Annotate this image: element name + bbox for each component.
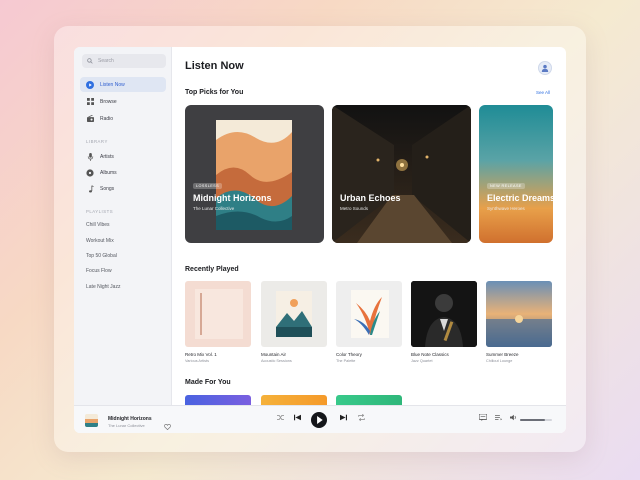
main-content: Listen Now Top Picks for You See All LOS… — [172, 47, 566, 405]
sidebar-item-label: Listen Now — [100, 81, 125, 88]
tile-artist: Various Artists — [185, 359, 209, 363]
card-subtitle: Synthwave Heroes — [487, 206, 525, 211]
radio-icon — [86, 115, 94, 123]
sidebar-item-listen-now[interactable]: Listen Now — [80, 77, 166, 92]
sidebar-item-browse[interactable]: Browse — [80, 94, 166, 109]
recent-album-tile[interactable] — [411, 281, 477, 347]
volume-slider-fill[interactable] — [520, 419, 545, 421]
tile-title: Mountain Air — [261, 352, 287, 357]
search-field[interactable]: Search — [82, 54, 166, 68]
album-icon — [86, 168, 94, 177]
recent-album-tile[interactable] — [185, 281, 251, 347]
tile-artist: The Palette — [336, 359, 356, 363]
recently-played-heading: Recently Played — [185, 266, 239, 273]
now-playing-art — [85, 414, 98, 427]
card-title: Electric Dreams — [487, 193, 553, 203]
user-icon — [541, 64, 549, 72]
volume-icon[interactable] — [510, 414, 517, 421]
heart-icon[interactable] — [164, 417, 171, 433]
recent-album-tile[interactable] — [336, 281, 402, 347]
made-for-you-heading: Made For You — [185, 379, 231, 386]
recent-album-tile[interactable] — [261, 281, 327, 347]
playlist-item[interactable]: Focus Flow — [86, 268, 112, 274]
tile-title: Retro Mix Vol. 1 — [185, 352, 217, 357]
repeat-icon[interactable] — [358, 414, 365, 421]
made-for-you-card[interactable] — [336, 395, 402, 405]
street-photo — [332, 105, 471, 243]
sidebar-item-label: Radio — [100, 115, 114, 122]
queue-icon[interactable] — [495, 414, 502, 421]
lyrics-icon[interactable] — [479, 414, 487, 421]
previous-track-icon[interactable] — [294, 414, 301, 421]
sidebar-item-label: Artists — [100, 153, 114, 160]
now-playing-title: Midnight Horizons — [108, 416, 152, 422]
lossless-badge: LOSSLESS — [193, 183, 223, 189]
sidebar-item-albums[interactable]: Albums — [80, 165, 166, 180]
search-icon — [87, 58, 93, 64]
card-title: Midnight Horizons — [193, 193, 272, 203]
top-pick-card[interactable]: NEW RELEASE Electric Dreams Synthwave He… — [479, 105, 553, 243]
play-button[interactable] — [311, 412, 327, 428]
shuffle-icon[interactable] — [277, 414, 284, 421]
avatar[interactable] — [538, 61, 552, 75]
tile-artist: Chillout Lounge — [486, 359, 513, 363]
tile-artist: Jazz Quartet — [411, 359, 433, 363]
sidebar-item-label: Songs — [100, 185, 115, 192]
made-for-you-card[interactable] — [185, 395, 251, 405]
card-title: Urban Echoes — [340, 193, 401, 203]
card-subtitle: The Lunar Collective — [193, 206, 235, 211]
new-release-badge: NEW RELEASE — [487, 183, 525, 189]
playlist-item[interactable]: Workout Mix — [86, 238, 114, 244]
music-note-icon — [86, 184, 94, 193]
sidebar-item-label: Albums — [100, 169, 117, 176]
page-title: Listen Now — [185, 60, 244, 72]
album-art — [351, 290, 389, 338]
album-art — [216, 120, 292, 230]
sidebar-item-radio[interactable]: Radio — [80, 111, 166, 126]
album-art — [276, 291, 312, 337]
card-subtitle: Metro Sounds — [340, 206, 369, 211]
playlist-item[interactable]: Late Night Jazz — [86, 284, 120, 290]
top-pick-card[interactable]: LOSSLESS Midnight Horizons The Lunar Col… — [185, 105, 324, 243]
sidebar-item-artists[interactable]: Artists — [80, 149, 166, 164]
playlists-section-label: PLAYLISTS — [86, 209, 114, 214]
next-track-icon[interactable] — [340, 414, 347, 421]
tile-title: Summer Breeze — [486, 352, 519, 357]
music-app: Search Listen Now Browse Radio LIBRARY A… — [74, 47, 566, 433]
now-playing-artist: The Lunar Collective — [108, 423, 145, 428]
tile-title: Color Theory — [336, 352, 362, 357]
play-icon — [316, 416, 323, 424]
album-art — [195, 289, 243, 339]
album-art — [411, 281, 477, 347]
top-pick-card[interactable]: Urban Echoes Metro Sounds — [332, 105, 471, 243]
top-picks-heading: Top Picks for You — [185, 89, 244, 96]
play-circle-icon — [86, 80, 94, 89]
microphone-icon — [86, 152, 94, 161]
tile-title: Blue Note Classics — [411, 352, 449, 357]
playlist-item[interactable]: Chill Vibes — [86, 222, 110, 228]
sidebar-item-songs[interactable]: Songs — [80, 181, 166, 196]
grid-icon — [86, 98, 94, 106]
sidebar: Search Listen Now Browse Radio LIBRARY A… — [74, 47, 172, 405]
album-art — [486, 281, 552, 347]
see-all-link[interactable]: See All — [536, 90, 550, 95]
made-for-you-card[interactable] — [261, 395, 327, 405]
playlist-item[interactable]: Top 50 Global — [86, 253, 117, 259]
search-placeholder: Search — [98, 58, 114, 64]
player-bar: Midnight Horizons The Lunar Collective — [74, 405, 566, 433]
sidebar-item-label: Browse — [100, 98, 117, 105]
recent-album-tile[interactable] — [486, 281, 552, 347]
library-section-label: LIBRARY — [86, 139, 108, 144]
tile-artist: Acoustic Sessions — [261, 359, 292, 363]
